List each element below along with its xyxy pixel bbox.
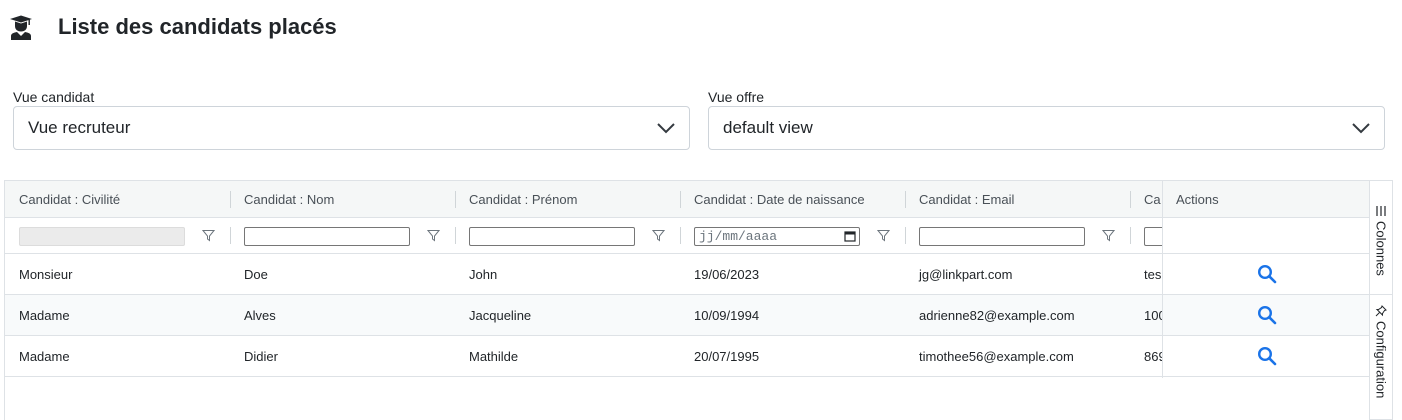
filter-icon[interactable]	[202, 229, 215, 242]
cell-email: jg@linkpart.com	[919, 267, 1013, 282]
grid-side-bar: Colonnes Configuration	[1369, 180, 1393, 420]
candidate-view-select[interactable]: Vue recruteur	[13, 106, 690, 150]
offer-view-label: Vue offre	[708, 89, 765, 105]
cell-email: adrienne82@example.com	[919, 308, 1075, 323]
search-icon[interactable]	[1257, 346, 1277, 366]
cell-nom: Doe	[244, 267, 268, 282]
filter-input-civilite[interactable]	[19, 227, 185, 246]
date-placeholder: jj/mm/aaaa	[699, 229, 778, 244]
filter-icon[interactable]	[877, 229, 890, 242]
offer-view-group: Vue offre default view	[708, 88, 1385, 150]
actions-column: Actions	[1162, 181, 1369, 378]
cell-civilite: Madame	[19, 308, 70, 323]
filter-input-nom[interactable]	[244, 227, 410, 246]
candidates-grid: Candidat : Civilité Candidat : Nom Candi…	[4, 180, 1370, 420]
actions-filter-cell	[1163, 218, 1369, 254]
chevron-down-icon	[657, 123, 675, 134]
calendar-icon[interactable]	[844, 230, 856, 242]
column-header-nom[interactable]: Candidat : Nom	[230, 181, 455, 218]
cell-date-naissance: 20/07/1995	[694, 349, 760, 364]
page-header: Liste des candidats placés	[8, 10, 337, 44]
candidate-view-label: Vue candidat	[13, 89, 95, 105]
column-divider	[1130, 227, 1131, 244]
cell-date-naissance: 19/06/2023	[694, 267, 760, 282]
page-title: Liste des candidats placés	[58, 14, 337, 39]
offer-view-select[interactable]: default view	[708, 106, 1385, 150]
chevron-down-icon	[1352, 123, 1370, 134]
column-header-email[interactable]: Candidat : Email	[905, 181, 1130, 218]
search-icon[interactable]	[1257, 264, 1277, 284]
column-header-actions: Actions	[1163, 181, 1369, 218]
candidate-view-value: Vue recruteur	[28, 118, 131, 137]
column-divider	[455, 227, 456, 244]
column-header-truncated[interactable]: Ca	[1130, 181, 1162, 218]
cell-truncated: tes	[1144, 267, 1162, 282]
actions-cell	[1163, 254, 1369, 295]
tab-columns[interactable]: Colonnes	[1370, 197, 1392, 295]
search-icon[interactable]	[1257, 305, 1277, 325]
actions-cell	[1163, 336, 1369, 377]
offer-view-value: default view	[723, 118, 813, 137]
cell-truncated: 100	[1144, 308, 1162, 323]
cell-date-naissance: 10/09/1994	[694, 308, 760, 323]
cell-email: timothee56@example.com	[919, 349, 1074, 364]
filter-input-prenom[interactable]	[469, 227, 635, 246]
filter-icon[interactable]	[652, 229, 665, 242]
cell-prenom: Jacqueline	[469, 308, 532, 323]
graduation-cap-icon	[10, 15, 32, 40]
cell-nom: Alves	[244, 308, 276, 323]
actions-cell	[1163, 295, 1369, 336]
column-header-prenom[interactable]: Candidat : Prénom	[455, 181, 680, 218]
cell-civilite: Monsieur	[19, 267, 73, 282]
tab-configuration[interactable]: Configuration	[1370, 297, 1392, 420]
cell-truncated: 869	[1144, 349, 1162, 364]
filter-date-input[interactable]: jj/mm/aaaa	[694, 227, 860, 246]
column-divider	[680, 227, 681, 244]
cell-prenom: Mathilde	[469, 349, 519, 364]
cell-prenom: John	[469, 267, 498, 282]
column-header-date-naissance[interactable]: Candidat : Date de naissance	[680, 181, 905, 218]
filter-icon[interactable]	[1102, 229, 1115, 242]
column-divider	[905, 227, 906, 244]
tab-configuration-label: Configuration	[1373, 321, 1389, 399]
candidate-view-group: Vue candidat Vue recruteur	[13, 88, 690, 150]
filter-input-email[interactable]	[919, 227, 1085, 246]
filter-icon[interactable]	[427, 229, 440, 242]
column-divider	[230, 227, 231, 244]
cell-civilite: Madame	[19, 349, 70, 364]
cell-nom: Didier	[244, 349, 278, 364]
column-header-civilite[interactable]: Candidat : Civilité	[5, 181, 230, 218]
pin-icon	[1375, 305, 1387, 317]
tab-columns-label: Colonnes	[1373, 221, 1389, 276]
columns-icon	[1376, 206, 1386, 216]
